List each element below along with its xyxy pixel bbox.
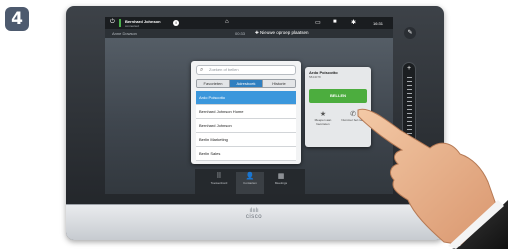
tab-adresboek[interactable]: Adresboek bbox=[230, 80, 263, 87]
call-duration: 00:33 bbox=[235, 31, 246, 36]
keypad-button[interactable]: ⠿ Toetsenbord bbox=[205, 172, 233, 186]
search-placeholder: Zoeken of bellen bbox=[209, 67, 239, 72]
add-favorite-label: Meepen aan favorieten bbox=[314, 118, 332, 126]
keypad-icon: ⠿ bbox=[216, 173, 222, 180]
calendar-icon: ▦ bbox=[277, 173, 285, 180]
search-icon: ⌕ bbox=[200, 67, 204, 73]
tab-favorieten[interactable]: Favorieten bbox=[197, 80, 230, 87]
add-call-button[interactable]: ✚ Nieuwe oproep plaatsen bbox=[255, 30, 309, 36]
list-item[interactable]: Berlin Sales bbox=[196, 147, 296, 161]
step-badge: 4 bbox=[5, 7, 29, 31]
list-item[interactable]: Bernhard Johnson Home bbox=[196, 105, 296, 119]
list-item[interactable]: Ardo Poiscotto bbox=[196, 91, 296, 105]
contacts-label: Contacten bbox=[243, 181, 257, 185]
bottom-nav: ⠿ Toetsenbord 👤 Contacten ▦ Meetings bbox=[195, 169, 305, 194]
tab-historie[interactable]: Historie bbox=[263, 80, 295, 87]
add-call-label: Nieuwe oproep plaatsen bbox=[260, 30, 309, 35]
contacts-icon: 👤 bbox=[245, 173, 255, 180]
contact-number: 5844078 bbox=[309, 75, 321, 79]
participant-name: Anne Dowson bbox=[112, 31, 137, 36]
home-icon[interactable]: ⌂ bbox=[225, 19, 229, 25]
call-subbar: Anne Dowson 00:33 ✚ Nieuwe oproep plaats… bbox=[105, 29, 393, 38]
camera-icon[interactable]: ■ bbox=[333, 19, 337, 25]
meetings-label: Meetings bbox=[274, 181, 288, 185]
list-item[interactable]: Bernhard Johnson bbox=[196, 119, 296, 133]
contacts-dialog: ⌕ Zoeken of bellen Favorieten Adresboek … bbox=[191, 61, 301, 164]
status-bar: ⏻ Bernhard Johnson connected i ⌂ ▭ ■ ✱ 1… bbox=[105, 17, 393, 29]
meetings-button[interactable]: ▦ Meetings bbox=[267, 172, 295, 186]
search-input[interactable]: ⌕ Zoeken of bellen bbox=[196, 65, 296, 75]
info-icon[interactable]: i bbox=[173, 20, 179, 26]
add-favorite-button[interactable]: ★ Meepen aan favorieten bbox=[309, 111, 337, 126]
call-indicator bbox=[119, 19, 121, 27]
list-item[interactable]: Berlin Marketing bbox=[196, 133, 296, 147]
volume-up-icon[interactable]: + bbox=[403, 65, 415, 72]
clock: 16:31 bbox=[373, 21, 384, 26]
mute-microphone-icon[interactable]: ✎ bbox=[404, 27, 416, 39]
directory-tabs: Favorieten Adresboek Historie bbox=[196, 79, 296, 88]
caller-status: connected bbox=[125, 24, 139, 28]
contacts-button[interactable]: 👤 Contacten bbox=[236, 172, 264, 194]
contact-list: Ardo Poiscotto Bernhard Johnson Home Ber… bbox=[196, 91, 296, 161]
settings-icon[interactable]: ✱ bbox=[351, 19, 356, 26]
pointing-hand-illustration bbox=[357, 108, 508, 249]
keypad-label: Toetsenbord bbox=[210, 181, 228, 185]
brand-label: cisco bbox=[245, 214, 263, 220]
power-icon[interactable]: ⏻ bbox=[110, 19, 115, 26]
stage: 4 ılıılı cisco ⏻ Bernhard Johnson connec… bbox=[0, 0, 508, 249]
layout-icon[interactable]: ▭ bbox=[315, 19, 321, 26]
